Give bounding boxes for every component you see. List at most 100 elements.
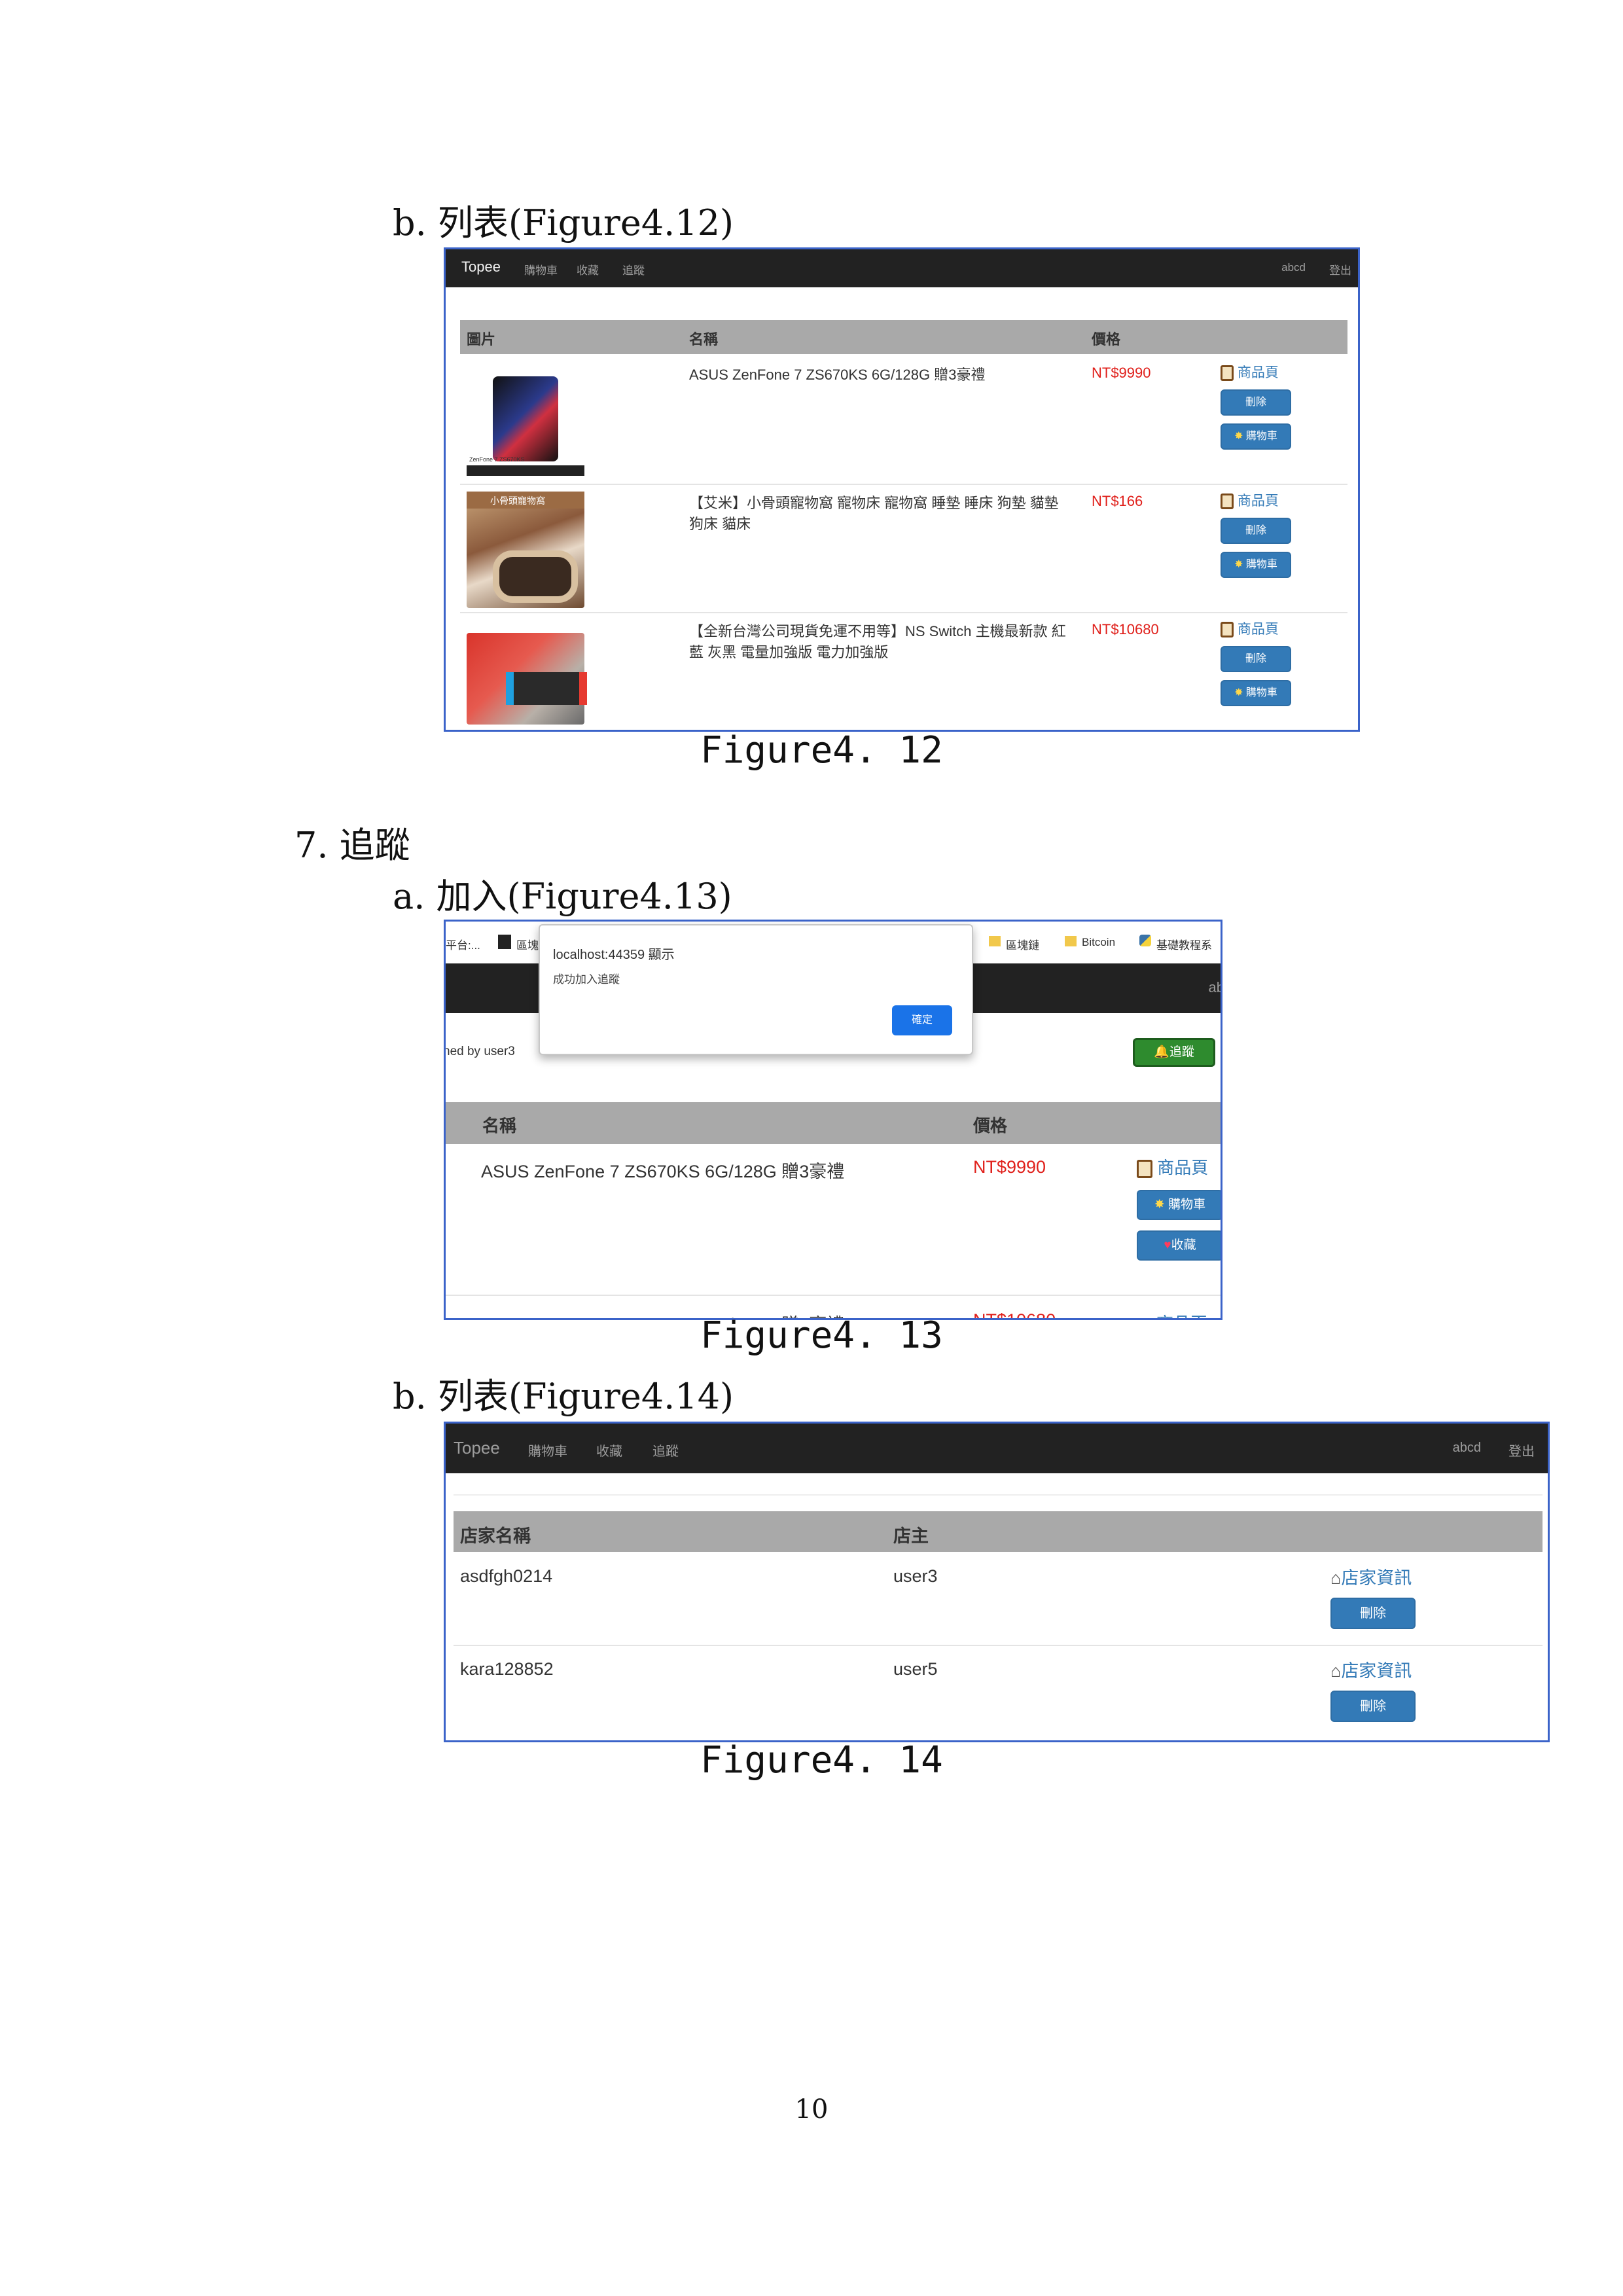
heading-list-figure-4-14: b. 列表(Figure4.14) (393, 1376, 734, 1417)
heading-list-figure-4-12: b. 列表(Figure4.12) (393, 202, 734, 243)
brand-logo[interactable]: Topee (461, 259, 501, 276)
nav-cart-link[interactable]: 購物車 (524, 261, 558, 278)
cart-label: 購物車 (1245, 431, 1277, 442)
bookmark-item[interactable]: 基礎教程系 (1156, 936, 1212, 952)
nav-favorites-link[interactable]: 收藏 (577, 261, 599, 278)
product-page-link[interactable]: 商品頁 (1137, 1155, 1208, 1179)
python-icon (1139, 935, 1151, 946)
top-navbar: Topee 購物車 收藏 追蹤 abcd 登出 (446, 249, 1358, 287)
add-to-cart-button[interactable]: ✸ 購物車 (1221, 680, 1291, 706)
product-name: 【艾米】小骨頭寵物窩 寵物床 寵物窩 睡墊 睡床 狗墊 貓墊 狗床 貓床 (689, 495, 1059, 532)
figure-4-12-screenshot: Topee 購物車 收藏 追蹤 abcd 登出 圖片 名稱 價格 ZenFone… (444, 247, 1360, 732)
product-image-caption: 小骨頭寵物窩 (490, 495, 545, 506)
store-owner-text: ned by user3 (444, 1045, 515, 1058)
table-row: ZenFone 7 ZS670KS ASUS ZenFone 7 ZS670KS… (460, 355, 1347, 484)
delete-button[interactable]: 刪除 (1221, 389, 1291, 416)
figure-4-13-screenshot: 平台:... 區塊 區塊鏈 Bitcoin 基礎教程系 ab ned by us… (444, 920, 1222, 1320)
add-to-cart-button[interactable]: ✸ 購物車 (1137, 1190, 1221, 1220)
product-image[interactable] (467, 633, 587, 725)
product-price: NT$9990 (1092, 365, 1151, 381)
product-page-label: 商品頁 (1237, 493, 1279, 509)
product-image-caption: ZenFone 7 ZS670KS (469, 456, 525, 463)
nav-username-partial[interactable]: ab (1209, 979, 1221, 996)
add-to-cart-button[interactable]: ✸ 購物車 (1221, 423, 1291, 450)
product-page-link[interactable]: 商品頁 (1156, 1310, 1207, 1318)
nav-follow-link[interactable]: 追蹤 (652, 1441, 679, 1460)
product-page-link[interactable]: 商品頁 (1221, 619, 1279, 638)
column-price: 價格 (1092, 331, 1121, 348)
alert-message: 成功加入追蹤 (553, 973, 620, 986)
add-to-cart-button[interactable]: ✸ 購物車 (1221, 552, 1291, 578)
follow-button[interactable]: 🔔追蹤 (1133, 1038, 1215, 1067)
column-image: 圖片 (467, 331, 496, 348)
nav-logout-link[interactable]: 登出 (1329, 261, 1351, 278)
product-image[interactable]: ZenFone 7 ZS670KS (467, 361, 584, 478)
nav-cart-link[interactable]: 購物車 (528, 1441, 567, 1460)
cart-icon: ✸ (1234, 687, 1243, 698)
store-owner: user5 (893, 1659, 938, 1679)
delete-button[interactable]: 刪除 (1330, 1691, 1416, 1722)
favorite-button[interactable]: ♥收藏 (1137, 1230, 1221, 1261)
folder-icon (989, 936, 1001, 946)
nav-follow-link[interactable]: 追蹤 (622, 261, 645, 278)
scroll-icon (1221, 493, 1234, 510)
table-header: 店家名稱 店主 (454, 1511, 1543, 1552)
product-name: ASUS ZenFone 7 ZS670KS 6G/128G 贈3豪禮 (481, 1162, 845, 1181)
house-icon: ⌂ (1330, 1568, 1342, 1588)
store-owner: user3 (893, 1566, 938, 1586)
cart-label: 購物車 (1168, 1198, 1206, 1211)
figure-4-14-screenshot: Topee 購物車 收藏 追蹤 abcd 登出 店家名稱 店主 asdfgh02… (444, 1422, 1550, 1742)
divider (454, 1494, 1543, 1496)
delete-button[interactable]: 刪除 (1330, 1598, 1416, 1629)
nav-username[interactable]: abcd (1453, 1441, 1481, 1456)
bookmark-item[interactable]: 區塊鏈 (1006, 936, 1039, 952)
top-navbar: Topee 購物車 收藏 追蹤 abcd 登出 (446, 1424, 1548, 1473)
column-store-name: 店家名稱 (460, 1526, 531, 1546)
product-price: NT$9990 (973, 1157, 1046, 1177)
product-image[interactable]: 小骨頭寵物窩 (467, 492, 584, 608)
section-heading-follow: 7. 追蹤 (294, 825, 410, 866)
folder-icon (1065, 936, 1077, 946)
scroll-icon (1137, 1160, 1152, 1179)
brand-logo[interactable]: Topee (454, 1438, 500, 1458)
cart-icon: ✸ (1154, 1198, 1165, 1211)
heart-icon: ♥ (1164, 1238, 1171, 1252)
table-row: 小骨頭寵物窩 【艾米】小骨頭寵物窩 寵物床 寵物窩 睡墊 睡床 狗墊 貓墊 狗床… (460, 484, 1347, 613)
store-info-link[interactable]: ⌂店家資訊 (1330, 1564, 1412, 1589)
alert-origin: localhost:44359 顯示 (553, 948, 675, 962)
product-page-label: 商品頁 (1237, 622, 1279, 637)
column-owner: 店主 (893, 1526, 929, 1546)
bookmark-item[interactable]: 區塊 (516, 936, 539, 952)
table-header: 圖片 名稱 價格 (460, 320, 1347, 354)
favorite-label: 收藏 (1171, 1238, 1196, 1252)
cart-icon: ✸ (1234, 431, 1243, 442)
bell-icon: 🔔 (1154, 1045, 1169, 1059)
store-info-link[interactable]: ⌂店家資訊 (1330, 1657, 1412, 1682)
store-name: kara128852 (460, 1659, 554, 1679)
delete-button[interactable]: 刪除 (1221, 518, 1291, 544)
cart-icon: ✸ (1234, 559, 1243, 570)
scroll-icon (1221, 365, 1234, 382)
nav-username[interactable]: abcd (1281, 261, 1306, 274)
product-price: NT$10680 (973, 1310, 1056, 1320)
table-row: 【全新台灣公司現貨免運不用等】NS Switch 主機最新款 紅藍 灰黑 電量加… (460, 612, 1347, 730)
nav-favorites-link[interactable]: 收藏 (596, 1441, 622, 1460)
cart-label: 購物車 (1245, 559, 1277, 570)
product-page-label: 商品頁 (1157, 1158, 1209, 1177)
bookmark-icon (498, 935, 511, 949)
bookmark-item[interactable]: 平台:... (446, 936, 480, 952)
page-number: 10 (794, 2094, 829, 2125)
figure-caption-4-13: Figure4. 13 (700, 1314, 943, 1357)
bookmark-item[interactable]: Bitcoin (1082, 936, 1115, 949)
product-page-link[interactable]: 商品頁 (1221, 362, 1279, 382)
delete-button[interactable]: 刪除 (1221, 646, 1291, 672)
nav-logout-link[interactable]: 登出 (1508, 1441, 1535, 1460)
store-name: asdfgh0214 (460, 1566, 553, 1586)
figure-caption-4-12: Figure4. 12 (700, 729, 943, 772)
follow-label: 追蹤 (1169, 1045, 1194, 1059)
alert-ok-button[interactable]: 確定 (892, 1005, 952, 1035)
product-page-link[interactable]: 商品頁 (1221, 490, 1279, 510)
scroll-icon (1221, 622, 1234, 638)
product-name: 【全新台灣公司現貨免運不用等】NS Switch 主機最新款 紅藍 灰黑 電量加… (689, 623, 1066, 660)
house-icon: ⌂ (1330, 1661, 1342, 1681)
